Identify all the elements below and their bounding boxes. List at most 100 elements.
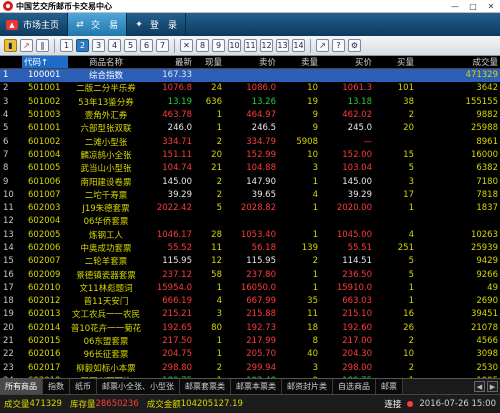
btn-4-icon[interactable]: 4 [108, 39, 121, 52]
table-cell: 2022.42 [156, 203, 192, 214]
status-bar: 成交量 471329 库存量 28650236 成交金额 104205127.1… [0, 394, 500, 413]
table-row[interactable]: 20 602014 普10花卉一一菊花 192.65 80 192.73 18 192.60 2… [0, 321, 500, 334]
column-header[interactable]: 买量 [374, 56, 416, 69]
column-header[interactable]: 买价 [320, 56, 374, 69]
category-tab[interactable]: 邮资封片类 [282, 379, 333, 394]
table-row[interactable]: 10 601007 二坨千寿票 39.29 2 39.65 4 39.29 17 7818 [0, 188, 500, 201]
tab-trade[interactable]: ⇄ 交 易 [68, 13, 128, 36]
table-cell [224, 215, 278, 228]
column-header[interactable]: 卖价 [224, 56, 278, 69]
category-tab[interactable]: 自选商品 [333, 379, 376, 394]
btn-12-icon[interactable]: 12 [260, 39, 273, 52]
tab-login[interactable]: ✦ 登 录 [127, 13, 187, 36]
btn-8-icon[interactable]: 8 [196, 39, 209, 52]
table-cell: 204.75 [162, 349, 192, 360]
table-cell: 14 [3, 243, 14, 253]
table-cell: 237.12 [162, 269, 192, 280]
btn-7-icon[interactable]: 7 [156, 39, 169, 52]
category-tab[interactable]: 邮票小全张、小型张 [97, 379, 180, 394]
maximize-icon[interactable]: □ [464, 0, 482, 13]
btn-9-icon[interactable]: 9 [212, 39, 225, 52]
table-row[interactable]: 22 602016 96长征套票 204.75 1 205.70 40 204.30 10 309… [0, 348, 500, 361]
table-row[interactable]: 14 602006 中奥成功套票 55.52 11 56.18 139 55.51 251 259… [0, 241, 500, 254]
table-row[interactable]: 2 501001 二版二分半乐券 1076.8 24 1086.0 10 1061.3 101 3… [0, 82, 500, 95]
category-tab[interactable]: 邮票 [376, 379, 403, 394]
table-row[interactable]: 21 602015 06东盟套票 217.50 1 217.99 8 217.00 2 4566 [0, 334, 500, 347]
table-cell: 19 [3, 309, 14, 320]
bar-chart-icon[interactable]: ▮ [4, 39, 17, 52]
table-cell: 16 [403, 309, 414, 320]
help-icon[interactable]: ? [332, 39, 345, 52]
btn-14-icon[interactable]: 14 [292, 39, 305, 52]
table-cell: 1 [408, 203, 414, 214]
column-header[interactable]: 最新 [144, 56, 194, 69]
category-tab[interactable]: 纸币 [70, 379, 97, 394]
btn-3-icon[interactable]: 3 [92, 39, 105, 52]
line-chart-icon[interactable]: ↗ [20, 39, 33, 52]
table-row[interactable]: 3 501002 53年13鉴分券 13.19 636 13.26 19 13.18 38 155… [0, 95, 500, 108]
table-row[interactable]: 4 501003 壹角外汇券 463.78 1 464.97 9 462.02 2 9882 [0, 108, 500, 121]
table-cell: 1 [312, 176, 318, 187]
btn-1-icon[interactable]: 1 [60, 39, 73, 52]
table-row[interactable]: 16 602009 景德镇瓷器套票 237.12 58 237.80 1 236.50 5 926… [0, 268, 500, 281]
btn-10-icon[interactable]: 10 [228, 39, 241, 52]
btn-13-icon[interactable]: 13 [276, 39, 289, 52]
scroll-left-icon[interactable]: ◀ [474, 381, 485, 392]
table-cell: 104.88 [246, 163, 276, 174]
column-header[interactable]: 卖量 [278, 56, 320, 69]
table-cell: 1 [312, 282, 318, 293]
btn-11-icon[interactable]: 11 [244, 39, 257, 52]
table-cell: 1 [216, 349, 222, 360]
column-header[interactable]: 成交量 [416, 56, 500, 69]
kline-icon[interactable]: ‖ [36, 39, 49, 52]
table-row[interactable]: 7 601004 麟凉鸫小全张 151.11 20 152.99 10 152.00 15 160… [0, 148, 500, 161]
table-row[interactable]: 1 100001 综合指数 167.33 471329 [0, 68, 500, 82]
table-cell: 3 [408, 176, 414, 187]
table-row[interactable]: 18 602012 普11天安门 666.19 4 667.99 35 663.03 1 2690 [0, 295, 500, 308]
table-cell: 2530 [476, 362, 498, 373]
table-row[interactable]: 8 601005 武当山小型张 104.74 21 104.88 3 103.04 5 6382 [0, 162, 500, 175]
column-header[interactable]: 代码↑ [22, 56, 68, 69]
btn-5-icon[interactable]: 5 [124, 39, 137, 52]
table-cell: 80 [211, 322, 222, 333]
table-row[interactable]: 5 601001 六部型张双联 246.0 1 246.5 9 245.0 20 25988 [0, 122, 500, 135]
table-row[interactable]: 12 602004 06华侨套票 [0, 215, 500, 228]
table-cell: 602003 [28, 203, 61, 214]
table-cell: 462.02 [342, 110, 372, 121]
category-tab[interactable]: 邮票套票类 [180, 379, 231, 394]
minimize-icon[interactable]: — [446, 0, 464, 13]
column-header[interactable]: 现量 [194, 56, 224, 69]
table-cell: 21 [211, 163, 222, 174]
table-cell: 103.04 [342, 163, 372, 174]
btn-6-icon[interactable]: 6 [140, 39, 153, 52]
table-cell: 4 [216, 296, 222, 307]
table-row[interactable]: 23 602017 柳毅如标小本票 298.80 2 299.94 3 298.00 2 2530 [0, 361, 500, 374]
login-icon: ✦ [135, 19, 143, 30]
scroll-right-icon[interactable]: ▶ [487, 381, 498, 392]
category-tab[interactable]: 指数 [43, 379, 70, 394]
gear-icon[interactable]: ⚙ [348, 39, 361, 52]
table-row[interactable]: 6 601002 二滩小型张 334.71 2 334.79 5908 — 8961 [0, 135, 500, 148]
table-cell: 602004 [28, 216, 61, 227]
column-header[interactable] [0, 56, 22, 69]
table-row[interactable]: 13 602005 炼钢工人 1046.17 28 1053.40 1 1045.00 4 102… [0, 228, 500, 241]
table-cell: 167.33 [144, 68, 194, 82]
tab-market-home[interactable]: ▲ 市场主页 [0, 13, 69, 36]
table-cell: 5 [216, 203, 222, 214]
table-row[interactable]: 15 602007 二轮羊套票 115.95 12 115.95 2 114.51 5 9429 [0, 255, 500, 268]
close-icon[interactable]: ✕ [482, 0, 500, 13]
trend-icon[interactable]: ↗ [316, 39, 329, 52]
table-row[interactable]: 17 602010 文11林彪题词 15954.0 1 16050.0 1 15910.0 1 4… [0, 281, 500, 294]
close-x-icon[interactable]: ✕ [180, 39, 193, 52]
table-row[interactable]: 11 602003 J19朱德套票 2022.42 5 2028.82 1 2020.00 1 1… [0, 201, 500, 214]
category-tab[interactable]: 所有商品 [0, 379, 43, 394]
table-row[interactable]: 19 602013 文工农兵一一农民 215.21 3 215.88 11 215.10 16 3… [0, 308, 500, 321]
table-cell: 152.00 [342, 149, 372, 160]
table-row[interactable]: 9 601006 南阳建设卷票 145.00 2 147.90 1 145.00 3 7180 [0, 175, 500, 188]
app-logo-icon [3, 1, 13, 11]
table-cell: 1086.0 [246, 83, 276, 94]
btn-2-icon[interactable]: 2 [76, 39, 89, 52]
category-tab[interactable]: 邮票本票类 [231, 379, 282, 394]
table-cell: 246.5 [251, 123, 276, 134]
column-header[interactable]: 商品名称 [68, 56, 144, 69]
